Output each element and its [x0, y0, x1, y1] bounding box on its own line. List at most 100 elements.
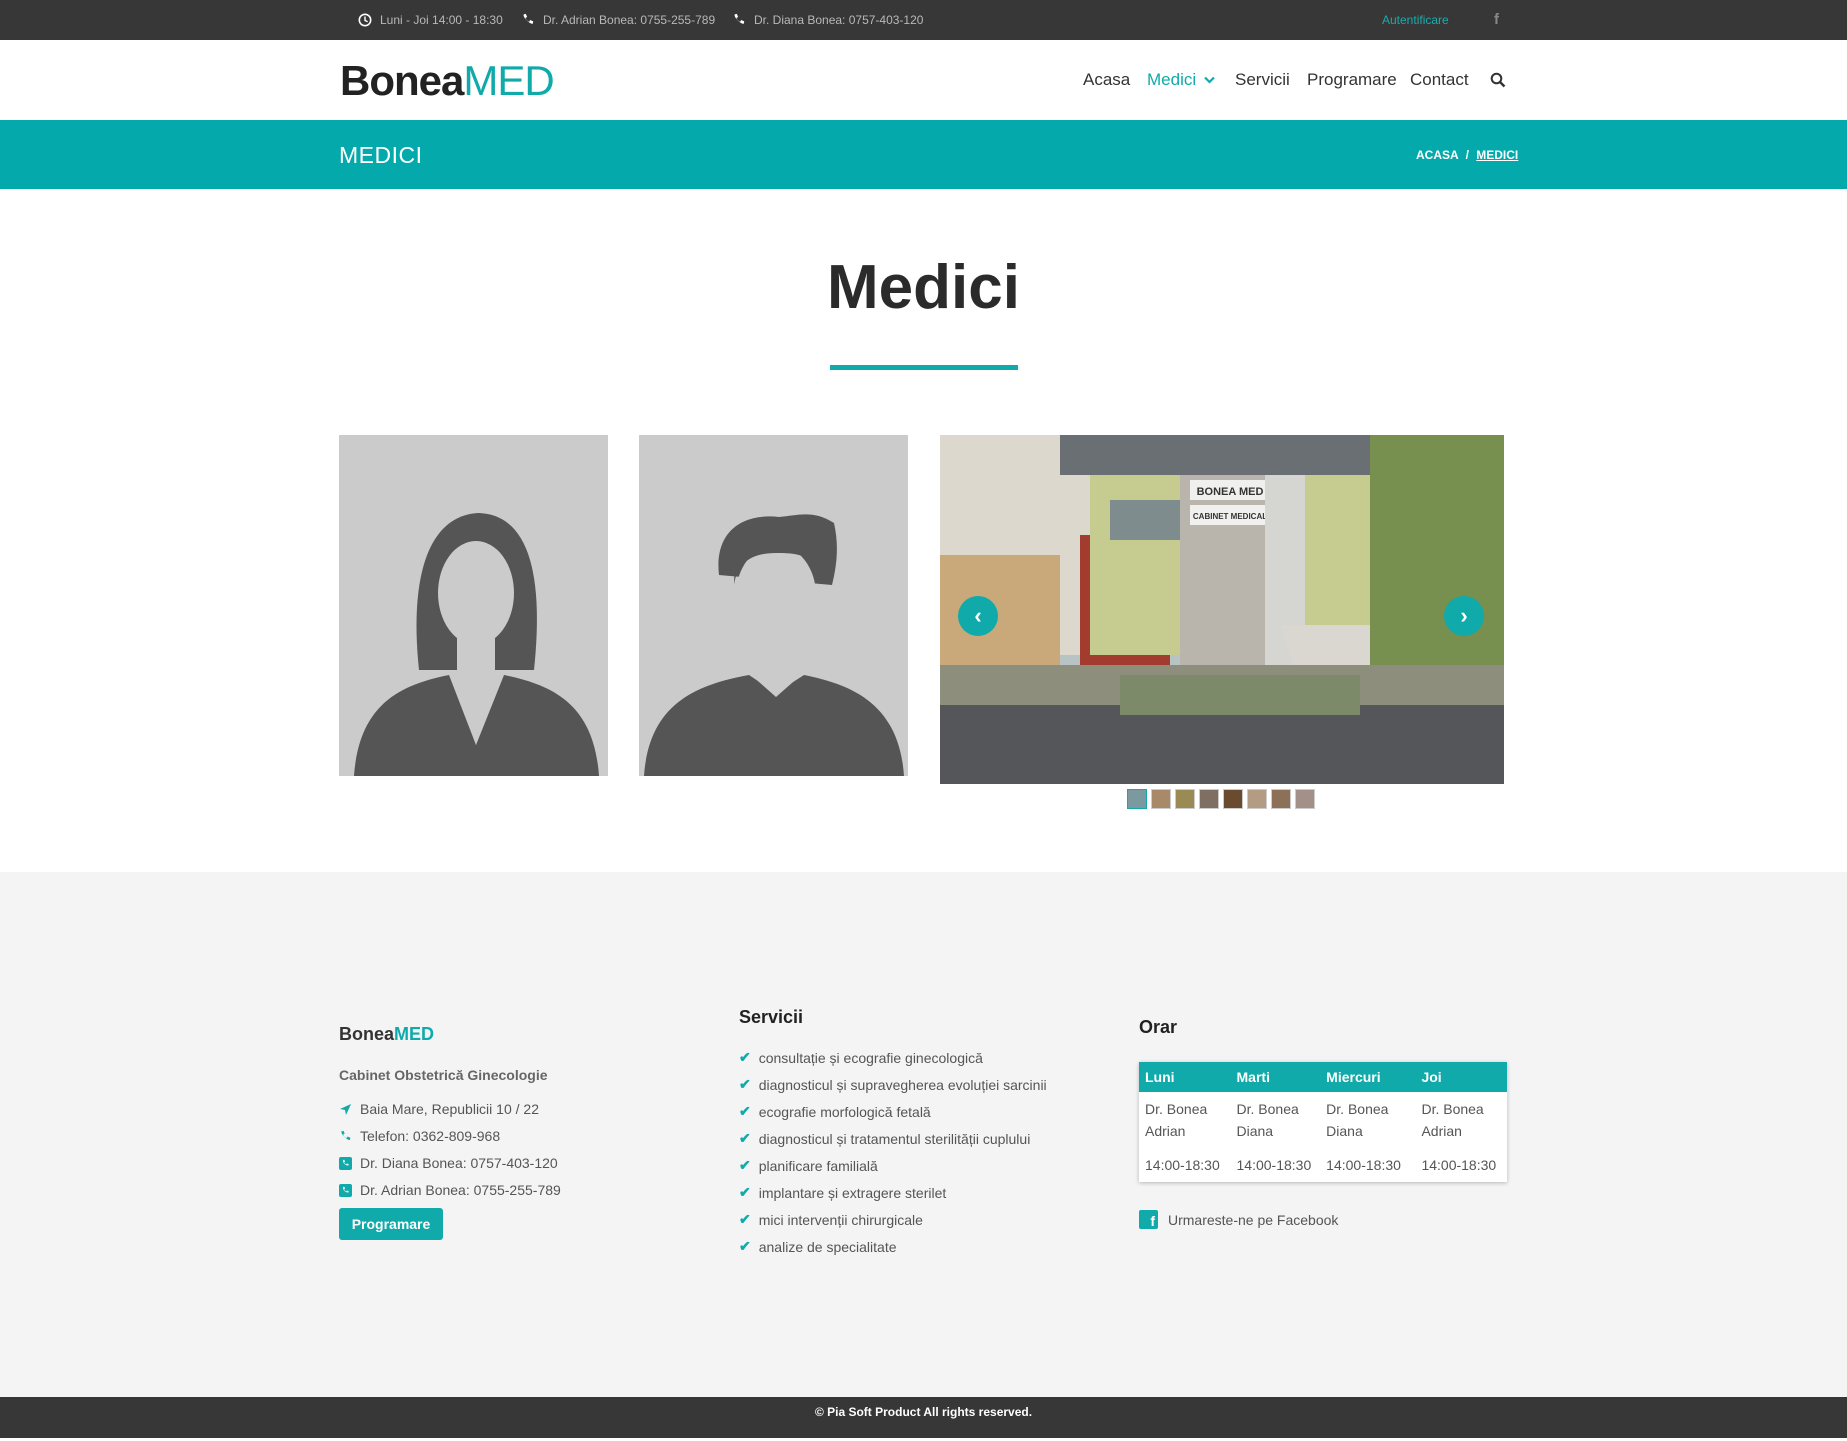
- top-bar: Luni - Joi 14:00 - 18:30 Dr. Adrian Bone…: [0, 0, 1847, 40]
- schedule-doctor-row: Dr. Bonea Adrian Dr. Bonea Diana Dr. Bon…: [1139, 1092, 1507, 1148]
- page-title-band: MEDICI ACASA / MEDICI: [0, 120, 1847, 189]
- check-icon: ✔: [739, 1076, 751, 1092]
- doctor-female-avatar[interactable]: [339, 435, 608, 776]
- service-item: ✔ implantare și extragere sterilet: [739, 1184, 946, 1201]
- nav-medici[interactable]: Medici: [1147, 70, 1196, 90]
- chevron-down-icon[interactable]: [1204, 76, 1215, 84]
- breadcrumb: ACASA / MEDICI: [1416, 148, 1518, 162]
- facebook-icon[interactable]: f: [1494, 11, 1499, 28]
- thumbnail[interactable]: [1295, 789, 1315, 809]
- service-label: implantare și extragere sterilet: [758, 1184, 947, 1201]
- schedule-doctor: Dr. Bonea Diana: [1236, 1101, 1299, 1139]
- phone-diana-info[interactable]: Dr. Diana Bonea: 0757-403-120: [732, 13, 923, 27]
- check-icon: ✔: [739, 1049, 751, 1065]
- thumbnail[interactable]: [1223, 789, 1243, 809]
- facebook-icon: f: [1139, 1210, 1158, 1229]
- schedule-hours: 14:00-18:30: [1326, 1157, 1401, 1173]
- footer-logo-accent: MED: [394, 1024, 435, 1044]
- thumbnail[interactable]: [1247, 789, 1267, 809]
- photo-sign-2: CABINET MEDICAL: [1193, 512, 1267, 521]
- check-icon: ✔: [739, 1130, 751, 1146]
- footer-phone-adrian[interactable]: Dr. Adrian Bonea: 0755-255-789: [339, 1182, 561, 1198]
- doctor-male-avatar[interactable]: [639, 435, 908, 776]
- carousel-prev-button[interactable]: ‹: [958, 596, 998, 636]
- schedule-header-row: Luni Marti Miercuri Joi: [1139, 1062, 1507, 1092]
- service-label: diagnosticul și supravegherea evoluției …: [758, 1076, 1047, 1093]
- schedule-day: Joi: [1415, 1062, 1507, 1092]
- service-label: mici intervenții chirurgicale: [758, 1211, 923, 1228]
- phone-square-icon: [339, 1183, 352, 1197]
- schedule-doctor: Dr. Bonea Adrian: [1421, 1101, 1484, 1139]
- check-icon: ✔: [739, 1211, 751, 1227]
- footer-logo[interactable]: BoneaMED: [339, 1024, 434, 1045]
- clinic-photo-carousel[interactable]: BONEA MED CABINET MEDICAL: [940, 435, 1504, 784]
- section-heading: Medici: [827, 253, 1020, 322]
- schedule-doctor: Dr. Bonea Diana: [1326, 1101, 1389, 1139]
- male-avatar-icon: [644, 514, 904, 776]
- thumbnail[interactable]: [1175, 789, 1195, 809]
- nav-acasa[interactable]: Acasa: [1083, 70, 1130, 90]
- footer-address: Baia Mare, Republicii 10 / 22: [339, 1101, 539, 1117]
- service-label: consultație și ecografie ginecologică: [758, 1049, 983, 1066]
- footer-phone-diana[interactable]: Dr. Diana Bonea: 0757-403-120: [339, 1155, 558, 1171]
- service-item: ✔ consultație și ecografie ginecologică: [739, 1049, 983, 1066]
- breadcrumb-separator: /: [1465, 148, 1469, 162]
- service-label: planificare familială: [758, 1157, 878, 1174]
- schedule-hours: 14:00-18:30: [1236, 1157, 1312, 1173]
- hours-info: Luni - Joi 14:00 - 18:30: [358, 13, 503, 27]
- footer-phone[interactable]: Telefon: 0362-809-968: [339, 1128, 500, 1144]
- phone-icon: [734, 13, 745, 24]
- schedule-doctor: Dr. Bonea Adrian: [1145, 1101, 1208, 1139]
- phone-diana-text: Dr. Diana Bonea: 0757-403-120: [754, 13, 924, 27]
- service-item: ✔ diagnosticul și supravegherea evoluției…: [739, 1076, 1047, 1093]
- schedule-hours: 14:00-18:30: [1421, 1157, 1497, 1173]
- login-link[interactable]: Autentificare: [1382, 13, 1449, 27]
- facebook-follow-link[interactable]: f Urmareste-ne pe Facebook: [1139, 1210, 1338, 1229]
- check-icon: ✔: [739, 1184, 751, 1200]
- thumbnail[interactable]: [1271, 789, 1291, 809]
- footer-address-text: Baia Mare, Republicii 10 / 22: [360, 1101, 539, 1117]
- logo-bold-text: Bonea: [340, 57, 464, 104]
- schedule-title: Orar: [1139, 1017, 1178, 1037]
- programare-button[interactable]: Programare: [339, 1208, 443, 1240]
- thumbnail[interactable]: [1151, 789, 1171, 809]
- footer-logo-bold: Bonea: [339, 1024, 395, 1044]
- phone-adrian-info[interactable]: Dr. Adrian Bonea: 0755-255-789: [521, 13, 715, 27]
- service-label: diagnosticul și tratamentul sterilității…: [758, 1130, 1031, 1147]
- check-icon: ✔: [739, 1157, 751, 1173]
- breadcrumb-current[interactable]: MEDICI: [1476, 148, 1518, 162]
- footer-subtitle: Cabinet Obstetrică Ginecologie: [339, 1067, 548, 1083]
- thumbnail[interactable]: [1199, 789, 1219, 809]
- clinic-building-image: BONEA MED CABINET MEDICAL: [940, 435, 1504, 784]
- check-icon: ✔: [739, 1238, 751, 1254]
- service-item: ✔ ecografie morfologică fetală: [739, 1103, 931, 1120]
- logo[interactable]: BoneaMED: [340, 57, 555, 105]
- heading-underline: [830, 365, 1018, 370]
- site-header: BoneaMED Acasa Medici Servicii Programar…: [0, 40, 1847, 120]
- facebook-follow-text: Urmareste-ne pe Facebook: [1168, 1211, 1339, 1228]
- carousel-next-button[interactable]: ›: [1444, 596, 1484, 636]
- location-arrow-icon: [340, 1103, 351, 1115]
- female-avatar-icon: [354, 513, 599, 776]
- nav-programare[interactable]: Programare: [1307, 70, 1397, 90]
- nav-servicii[interactable]: Servicii: [1235, 70, 1290, 90]
- services-title: Servicii: [739, 1007, 804, 1027]
- check-icon: ✔: [739, 1103, 751, 1119]
- schedule-hours-row: 14:00-18:30 14:00-18:30 14:00-18:30 14:0…: [1139, 1148, 1507, 1182]
- clock-icon: [358, 13, 372, 27]
- service-item: ✔ mici intervenții chirurgicale: [739, 1211, 923, 1228]
- schedule-table: Luni Marti Miercuri Joi Dr. Bonea Adrian…: [1139, 1062, 1507, 1182]
- thumbnail[interactable]: [1127, 789, 1147, 809]
- schedule-day: Luni: [1139, 1062, 1231, 1092]
- phone-square-icon: [339, 1156, 352, 1170]
- phone-icon: [341, 1130, 351, 1140]
- search-icon[interactable]: [1490, 72, 1506, 88]
- page-title: MEDICI: [339, 142, 423, 168]
- footer-phone-diana-text: Dr. Diana Bonea: 0757-403-120: [360, 1155, 558, 1171]
- breadcrumb-home[interactable]: ACASA: [1416, 148, 1458, 162]
- service-item: ✔ planificare familială: [739, 1157, 878, 1174]
- phone-adrian-text: Dr. Adrian Bonea: 0755-255-789: [543, 13, 716, 27]
- nav-contact[interactable]: Contact: [1410, 70, 1469, 90]
- phone-icon: [523, 13, 534, 24]
- schedule-day: Miercuri: [1320, 1062, 1416, 1092]
